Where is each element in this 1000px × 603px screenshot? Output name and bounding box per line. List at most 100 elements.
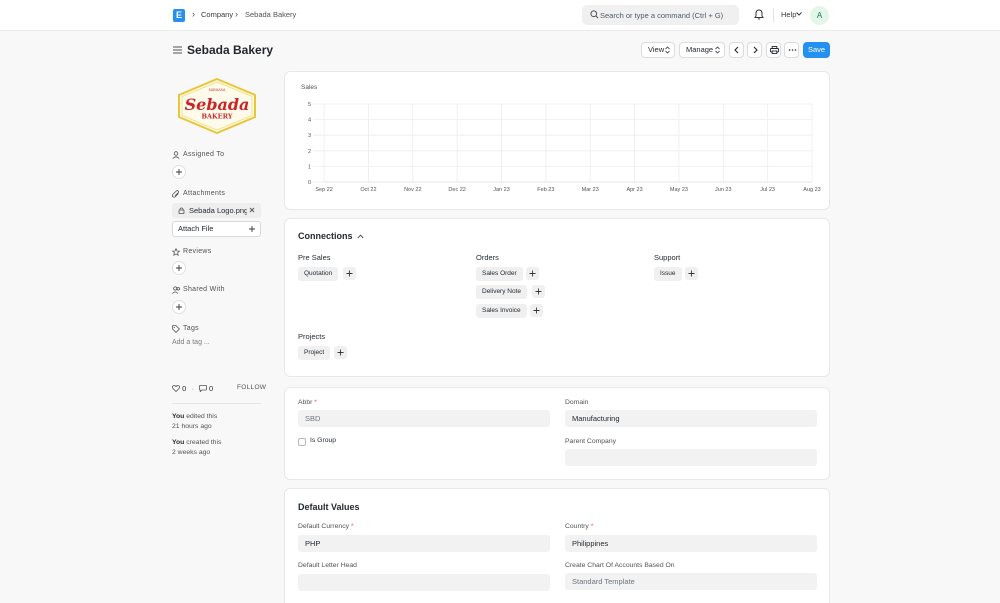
abbr-field[interactable]: SBD bbox=[298, 410, 550, 427]
link-sales-order[interactable]: Sales Order bbox=[476, 267, 523, 281]
star-icon bbox=[172, 248, 180, 256]
link-sales-invoice[interactable]: Sales Invoice bbox=[476, 304, 527, 318]
chevron-right-icon: › bbox=[235, 9, 238, 19]
printer-icon bbox=[770, 46, 779, 54]
group-title-support: Support bbox=[654, 253, 681, 262]
activity-time: 2 weeks ago bbox=[172, 448, 211, 456]
separator-dot: · bbox=[191, 384, 194, 393]
add-share-button[interactable] bbox=[172, 300, 186, 314]
activity-user: You bbox=[172, 439, 185, 446]
plus-icon bbox=[249, 226, 255, 232]
navbar-divider bbox=[773, 8, 774, 22]
default-letter-head-label: Default Letter Head bbox=[298, 562, 357, 569]
heart-icon[interactable] bbox=[172, 385, 180, 393]
app-logo[interactable]: E bbox=[173, 9, 185, 22]
more-horizontal-icon bbox=[788, 49, 797, 51]
search-bar[interactable] bbox=[582, 5, 739, 25]
new-sales-order-button[interactable] bbox=[526, 267, 539, 280]
more-actions-button[interactable] bbox=[784, 42, 799, 58]
default-letter-head-field[interactable] bbox=[298, 574, 550, 591]
view-button[interactable]: View bbox=[641, 42, 675, 58]
chart-x-tick-label: Jun 23 bbox=[715, 187, 732, 193]
company-logo-image: SABUASA Sebada BAKERY bbox=[178, 78, 256, 134]
attachments-label: Attachments bbox=[183, 190, 226, 197]
avatar[interactable]: A bbox=[810, 6, 829, 25]
chart-y-tick-label: 4 bbox=[308, 118, 311, 124]
chart-x-tick-label: Dec 22 bbox=[448, 187, 465, 193]
tags-label: Tags bbox=[183, 325, 199, 332]
plus-icon bbox=[176, 169, 182, 175]
country-label: Country * bbox=[565, 523, 593, 530]
view-button-label: View bbox=[648, 45, 665, 54]
attachment-filename[interactable]: Sebada Logo.png bbox=[189, 206, 247, 215]
new-delivery-note-button[interactable] bbox=[532, 285, 545, 298]
default-currency-field[interactable]: PHP bbox=[298, 535, 550, 552]
save-button[interactable]: Save bbox=[803, 42, 830, 58]
next-record-button[interactable] bbox=[747, 42, 762, 58]
navbar: E › Company › Sebada Bakery Help A bbox=[0, 0, 1000, 31]
chart-y-tick-label: 1 bbox=[308, 164, 311, 170]
breadcrumb-company[interactable]: Company bbox=[201, 10, 233, 19]
lock-icon bbox=[178, 207, 185, 214]
page-title: Sebada Bakery bbox=[187, 43, 274, 57]
chart-x-tick-label: Mar 23 bbox=[582, 187, 599, 193]
new-sales-invoice-button[interactable] bbox=[530, 304, 543, 317]
activity-item: You created this 2 weeks ago bbox=[172, 438, 221, 457]
remove-attachment-icon[interactable] bbox=[249, 207, 255, 213]
print-button[interactable] bbox=[766, 42, 781, 58]
required-mark: * bbox=[590, 523, 594, 530]
chevron-right-icon: › bbox=[192, 9, 195, 19]
reviews-label: Reviews bbox=[183, 248, 212, 255]
default-currency-label: Default Currency * bbox=[298, 523, 354, 530]
plus-icon bbox=[176, 304, 182, 310]
add-assignment-button[interactable] bbox=[172, 165, 186, 179]
paperclip-icon bbox=[172, 190, 179, 198]
add-tag-link[interactable]: Add a tag ... bbox=[172, 339, 210, 346]
activity-time: 21 hours ago bbox=[172, 422, 212, 430]
chart-x-tick-label: Aug 23 bbox=[803, 187, 820, 193]
required-mark: * bbox=[350, 523, 354, 530]
follow-button[interactable]: FOLLOW bbox=[237, 384, 266, 391]
default-values-title: Default Values bbox=[298, 502, 360, 512]
link-issue[interactable]: Issue bbox=[654, 267, 682, 281]
chart-x-tick-label: May 23 bbox=[670, 187, 688, 193]
is-group-checkbox[interactable] bbox=[298, 438, 306, 446]
chart-y-tick-label: 3 bbox=[308, 133, 311, 139]
search-input[interactable] bbox=[600, 8, 735, 22]
breadcrumb-current[interactable]: Sebada Bakery bbox=[245, 10, 296, 19]
plus-icon bbox=[176, 265, 182, 271]
plus-icon bbox=[535, 288, 542, 295]
connections-card: Connections Pre Sales Quotation Orders S… bbox=[284, 218, 830, 377]
country-label-text: Country bbox=[565, 523, 589, 530]
chart-of-accounts-field[interactable]: Standard Template bbox=[565, 573, 817, 590]
help-menu[interactable]: Help bbox=[781, 10, 796, 19]
manage-button[interactable]: Manage bbox=[679, 42, 725, 58]
assigned-to-label: Assigned To bbox=[183, 151, 225, 158]
default-values-card: Default Values Default Currency * PHP De… bbox=[284, 488, 830, 603]
chevron-up-icon[interactable] bbox=[357, 234, 364, 239]
new-project-button[interactable] bbox=[334, 346, 347, 359]
previous-record-button[interactable] bbox=[729, 42, 744, 58]
new-quotation-button[interactable] bbox=[343, 267, 356, 280]
country-field[interactable]: Philippines bbox=[565, 535, 817, 552]
new-issue-button[interactable] bbox=[685, 267, 698, 280]
chart-x-tick-label: Oct 22 bbox=[360, 187, 376, 193]
attach-file-button[interactable]: Attach File bbox=[172, 221, 261, 237]
link-project[interactable]: Project bbox=[298, 346, 331, 360]
attachment-item[interactable]: Sebada Logo.png bbox=[172, 203, 261, 218]
domain-field[interactable]: Manufacturing bbox=[565, 410, 817, 427]
shared-with-label: Shared With bbox=[183, 286, 225, 293]
sidebar-toggle-icon[interactable] bbox=[173, 46, 182, 54]
domain-label: Domain bbox=[565, 399, 589, 406]
activity-user: You bbox=[172, 413, 185, 420]
add-review-button[interactable] bbox=[172, 261, 186, 275]
chart-x-tick-label: Sep 22 bbox=[315, 187, 332, 193]
logo-sub-text: BAKERY bbox=[202, 113, 233, 121]
link-delivery-note[interactable]: Delivery Note bbox=[476, 285, 528, 299]
parent-company-label: Parent Company bbox=[565, 438, 617, 445]
bell-icon[interactable] bbox=[754, 9, 764, 20]
default-currency-label-text: Default Currency bbox=[298, 523, 349, 530]
parent-company-field[interactable] bbox=[565, 449, 817, 466]
link-quotation[interactable]: Quotation bbox=[298, 267, 339, 281]
comment-icon[interactable] bbox=[199, 385, 207, 393]
